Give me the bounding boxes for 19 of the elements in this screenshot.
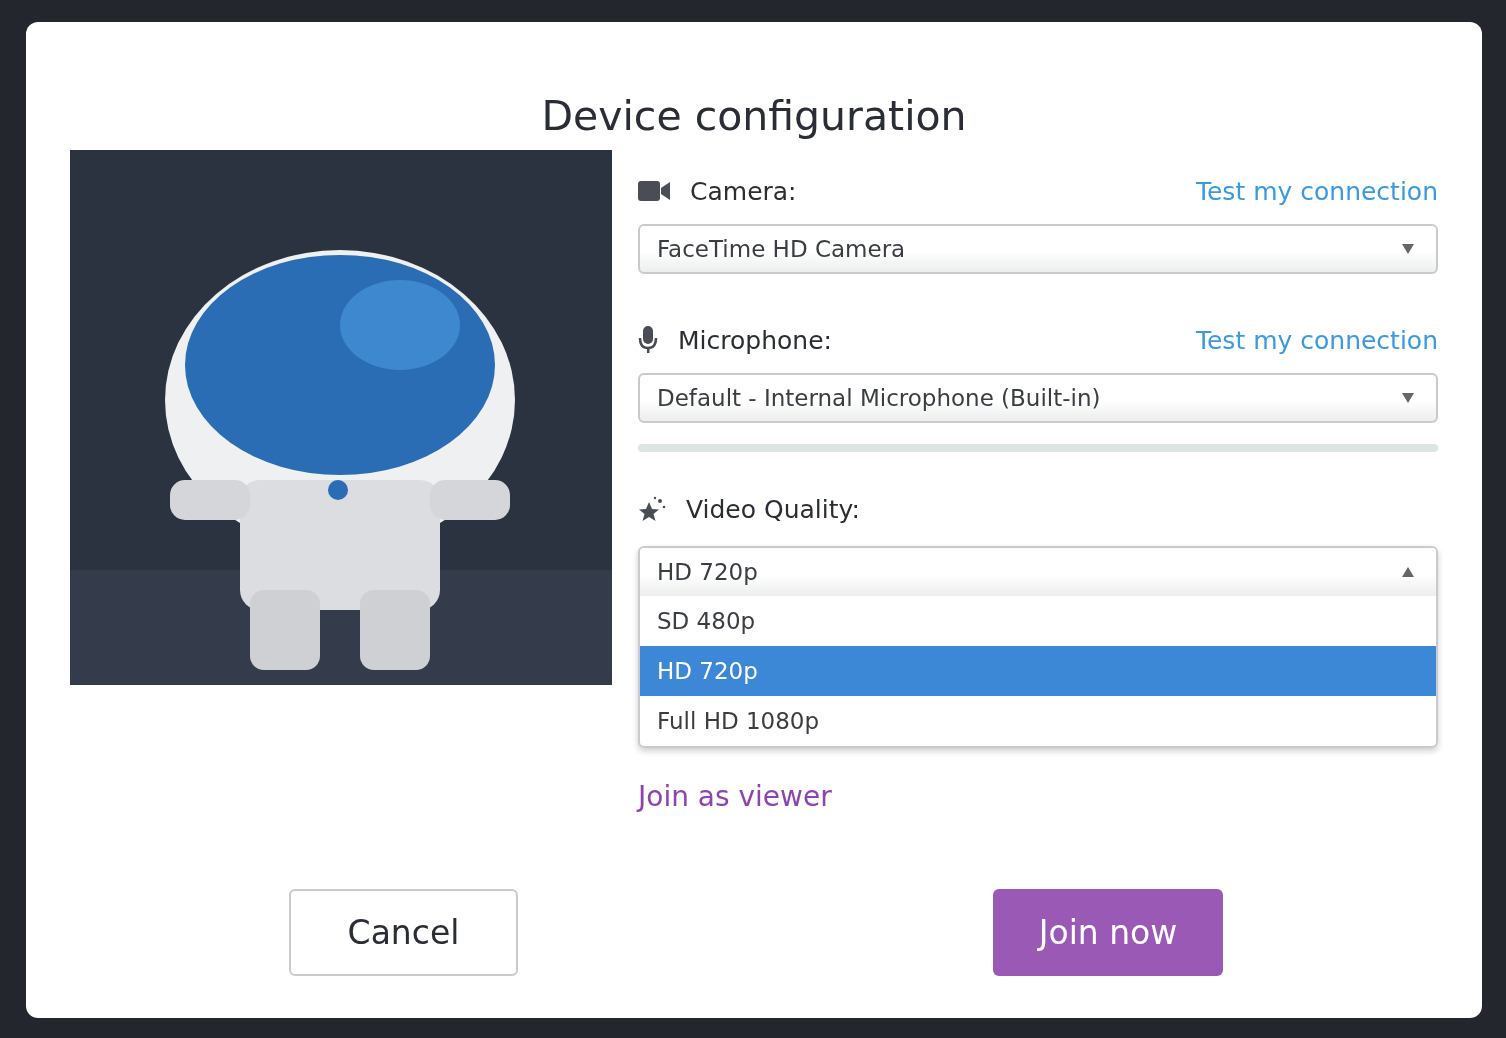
caret-icon: [1402, 567, 1414, 577]
cancel-button[interactable]: Cancel: [289, 889, 518, 976]
camera-label: Camera:: [690, 176, 798, 206]
sparkle-star-icon: [638, 496, 666, 522]
video-camera-icon: [638, 180, 670, 202]
caret-icon: [1402, 393, 1414, 403]
dropdown-option[interactable]: SD 480p: [640, 596, 1436, 646]
dropdown-option[interactable]: Full HD 1080p: [640, 696, 1436, 746]
video-quality-select[interactable]: HD 720p: [640, 548, 1436, 596]
join-now-button[interactable]: Join now: [993, 889, 1223, 976]
camera-select[interactable]: FaceTime HD Camera: [638, 224, 1438, 274]
video-quality-label: Video Quality:: [686, 494, 861, 524]
caret-icon: [1402, 244, 1414, 254]
microphone-icon: [638, 326, 658, 354]
microphone-label: Microphone:: [678, 325, 833, 355]
microphone-select[interactable]: Default - Internal Microphone (Built-in): [638, 373, 1438, 423]
join-as-viewer-link[interactable]: Join as viewer: [638, 780, 832, 813]
dialog-title: Device configuration: [540, 91, 968, 142]
dropdown-option[interactable]: HD 720p: [640, 646, 1436, 696]
